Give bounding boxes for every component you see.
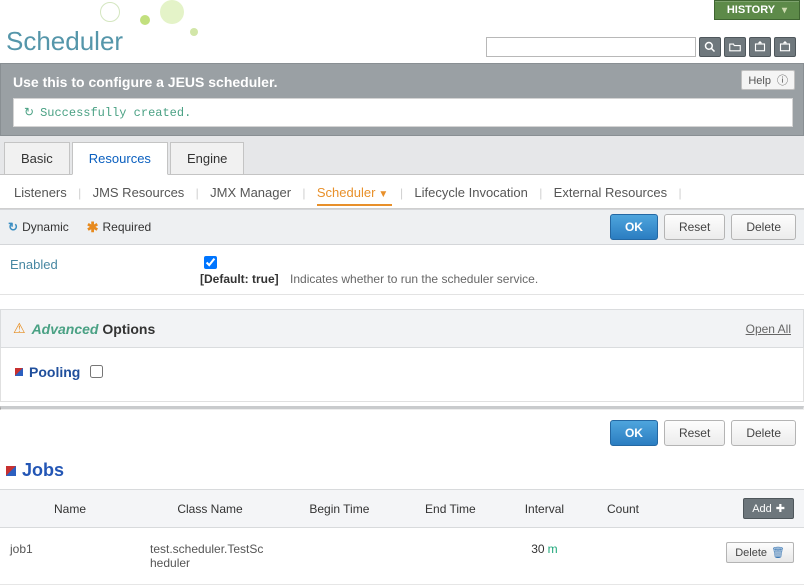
col-end-time: End Time [399, 490, 502, 528]
history-button[interactable]: HISTORY ▾ [714, 0, 800, 20]
cell-begin-time [280, 528, 399, 585]
advanced-options-header: ⚠ Advanced Options Open All [0, 309, 804, 348]
info-banner: Use this to configure a JEUS scheduler. … [0, 63, 804, 136]
xml-import-icon[interactable] [774, 37, 796, 57]
ok-button-2[interactable]: OK [610, 420, 658, 446]
chevron-down-icon: ▾ [782, 5, 787, 16]
jobs-table: Name Class Name Begin Time End Time Inte… [0, 489, 804, 585]
enabled-default: [Default: true] [200, 272, 279, 286]
col-actions: Add ✚ [659, 490, 804, 528]
warning-icon: ⚠ [13, 320, 26, 337]
flash-message: ↻Successfully created. [13, 98, 793, 127]
ok-button[interactable]: OK [610, 214, 658, 240]
subnav-lifecycle-invocation[interactable]: Lifecycle Invocation [414, 185, 527, 200]
xml-export-icon[interactable] [749, 37, 771, 57]
help-icon: ⓘ [777, 75, 788, 87]
pooling-checkbox[interactable] [90, 365, 103, 378]
sub-nav: Listeners | JMS Resources | JMX Manager … [0, 175, 804, 209]
add-button[interactable]: Add ✚ [743, 498, 794, 519]
main-tabs: Basic Resources Engine [0, 142, 804, 175]
page-title: Scheduler [6, 26, 123, 57]
col-begin-time: Begin Time [280, 490, 399, 528]
search-input[interactable] [486, 37, 696, 57]
folder-open-icon[interactable] [724, 37, 746, 57]
subnav-jmx-manager[interactable]: JMX Manager [210, 185, 291, 200]
form-row-enabled: Enabled [Default: true] Indicates whethe… [0, 245, 804, 295]
enabled-label: Enabled [0, 245, 190, 294]
cell-count [587, 528, 660, 585]
enabled-checkbox[interactable] [204, 256, 217, 269]
required-icon: ✱ [87, 219, 99, 236]
table-row: job1 test.scheduler.TestScheduler 30m De… [0, 528, 804, 585]
legend-dynamic: ↻ Dynamic [8, 220, 69, 234]
refresh-icon: ↻ [24, 106, 34, 120]
jobs-heading: Jobs [0, 456, 804, 489]
delete-button[interactable]: Delete [731, 214, 796, 240]
reset-button[interactable]: Reset [664, 214, 725, 240]
cell-name: job1 [0, 528, 140, 585]
chevron-down-icon: ▼ [378, 189, 388, 200]
col-class-name: Class Name [140, 490, 280, 528]
cell-end-time [399, 528, 502, 585]
col-interval: Interval [502, 490, 587, 528]
advanced-options-body: Pooling [0, 348, 804, 402]
cell-class-name: test.scheduler.TestScheduler [140, 528, 280, 585]
open-all-link[interactable]: Open All [746, 322, 791, 336]
section-icon [6, 466, 16, 476]
banner-title: Use this to configure a JEUS scheduler. [13, 74, 278, 90]
trash-icon: 🗑 [771, 546, 785, 559]
reset-button-2[interactable]: Reset [664, 420, 725, 446]
history-label: HISTORY [727, 4, 775, 16]
col-name: Name [0, 490, 140, 528]
search-icon[interactable] [699, 37, 721, 57]
section-icon [15, 368, 23, 376]
tab-engine[interactable]: Engine [170, 142, 244, 174]
tab-basic[interactable]: Basic [4, 142, 70, 174]
dynamic-icon: ↻ [8, 220, 18, 234]
enabled-desc: Indicates whether to run the scheduler s… [290, 272, 538, 286]
subnav-listeners[interactable]: Listeners [14, 185, 67, 200]
col-count: Count [587, 490, 660, 528]
delete-button-2[interactable]: Delete [731, 420, 796, 446]
subnav-external-resources[interactable]: External Resources [554, 185, 667, 200]
plus-icon: ✚ [776, 502, 785, 515]
legend-required: ✱ Required [87, 219, 151, 236]
tab-resources[interactable]: Resources [72, 142, 168, 175]
subnav-scheduler[interactable]: Scheduler▼ [317, 185, 392, 206]
cell-interval: 30m [502, 528, 587, 585]
help-button[interactable]: Help ⓘ [741, 70, 795, 90]
pooling-section[interactable]: Pooling [15, 362, 106, 381]
subnav-jms-resources[interactable]: JMS Resources [93, 185, 185, 200]
